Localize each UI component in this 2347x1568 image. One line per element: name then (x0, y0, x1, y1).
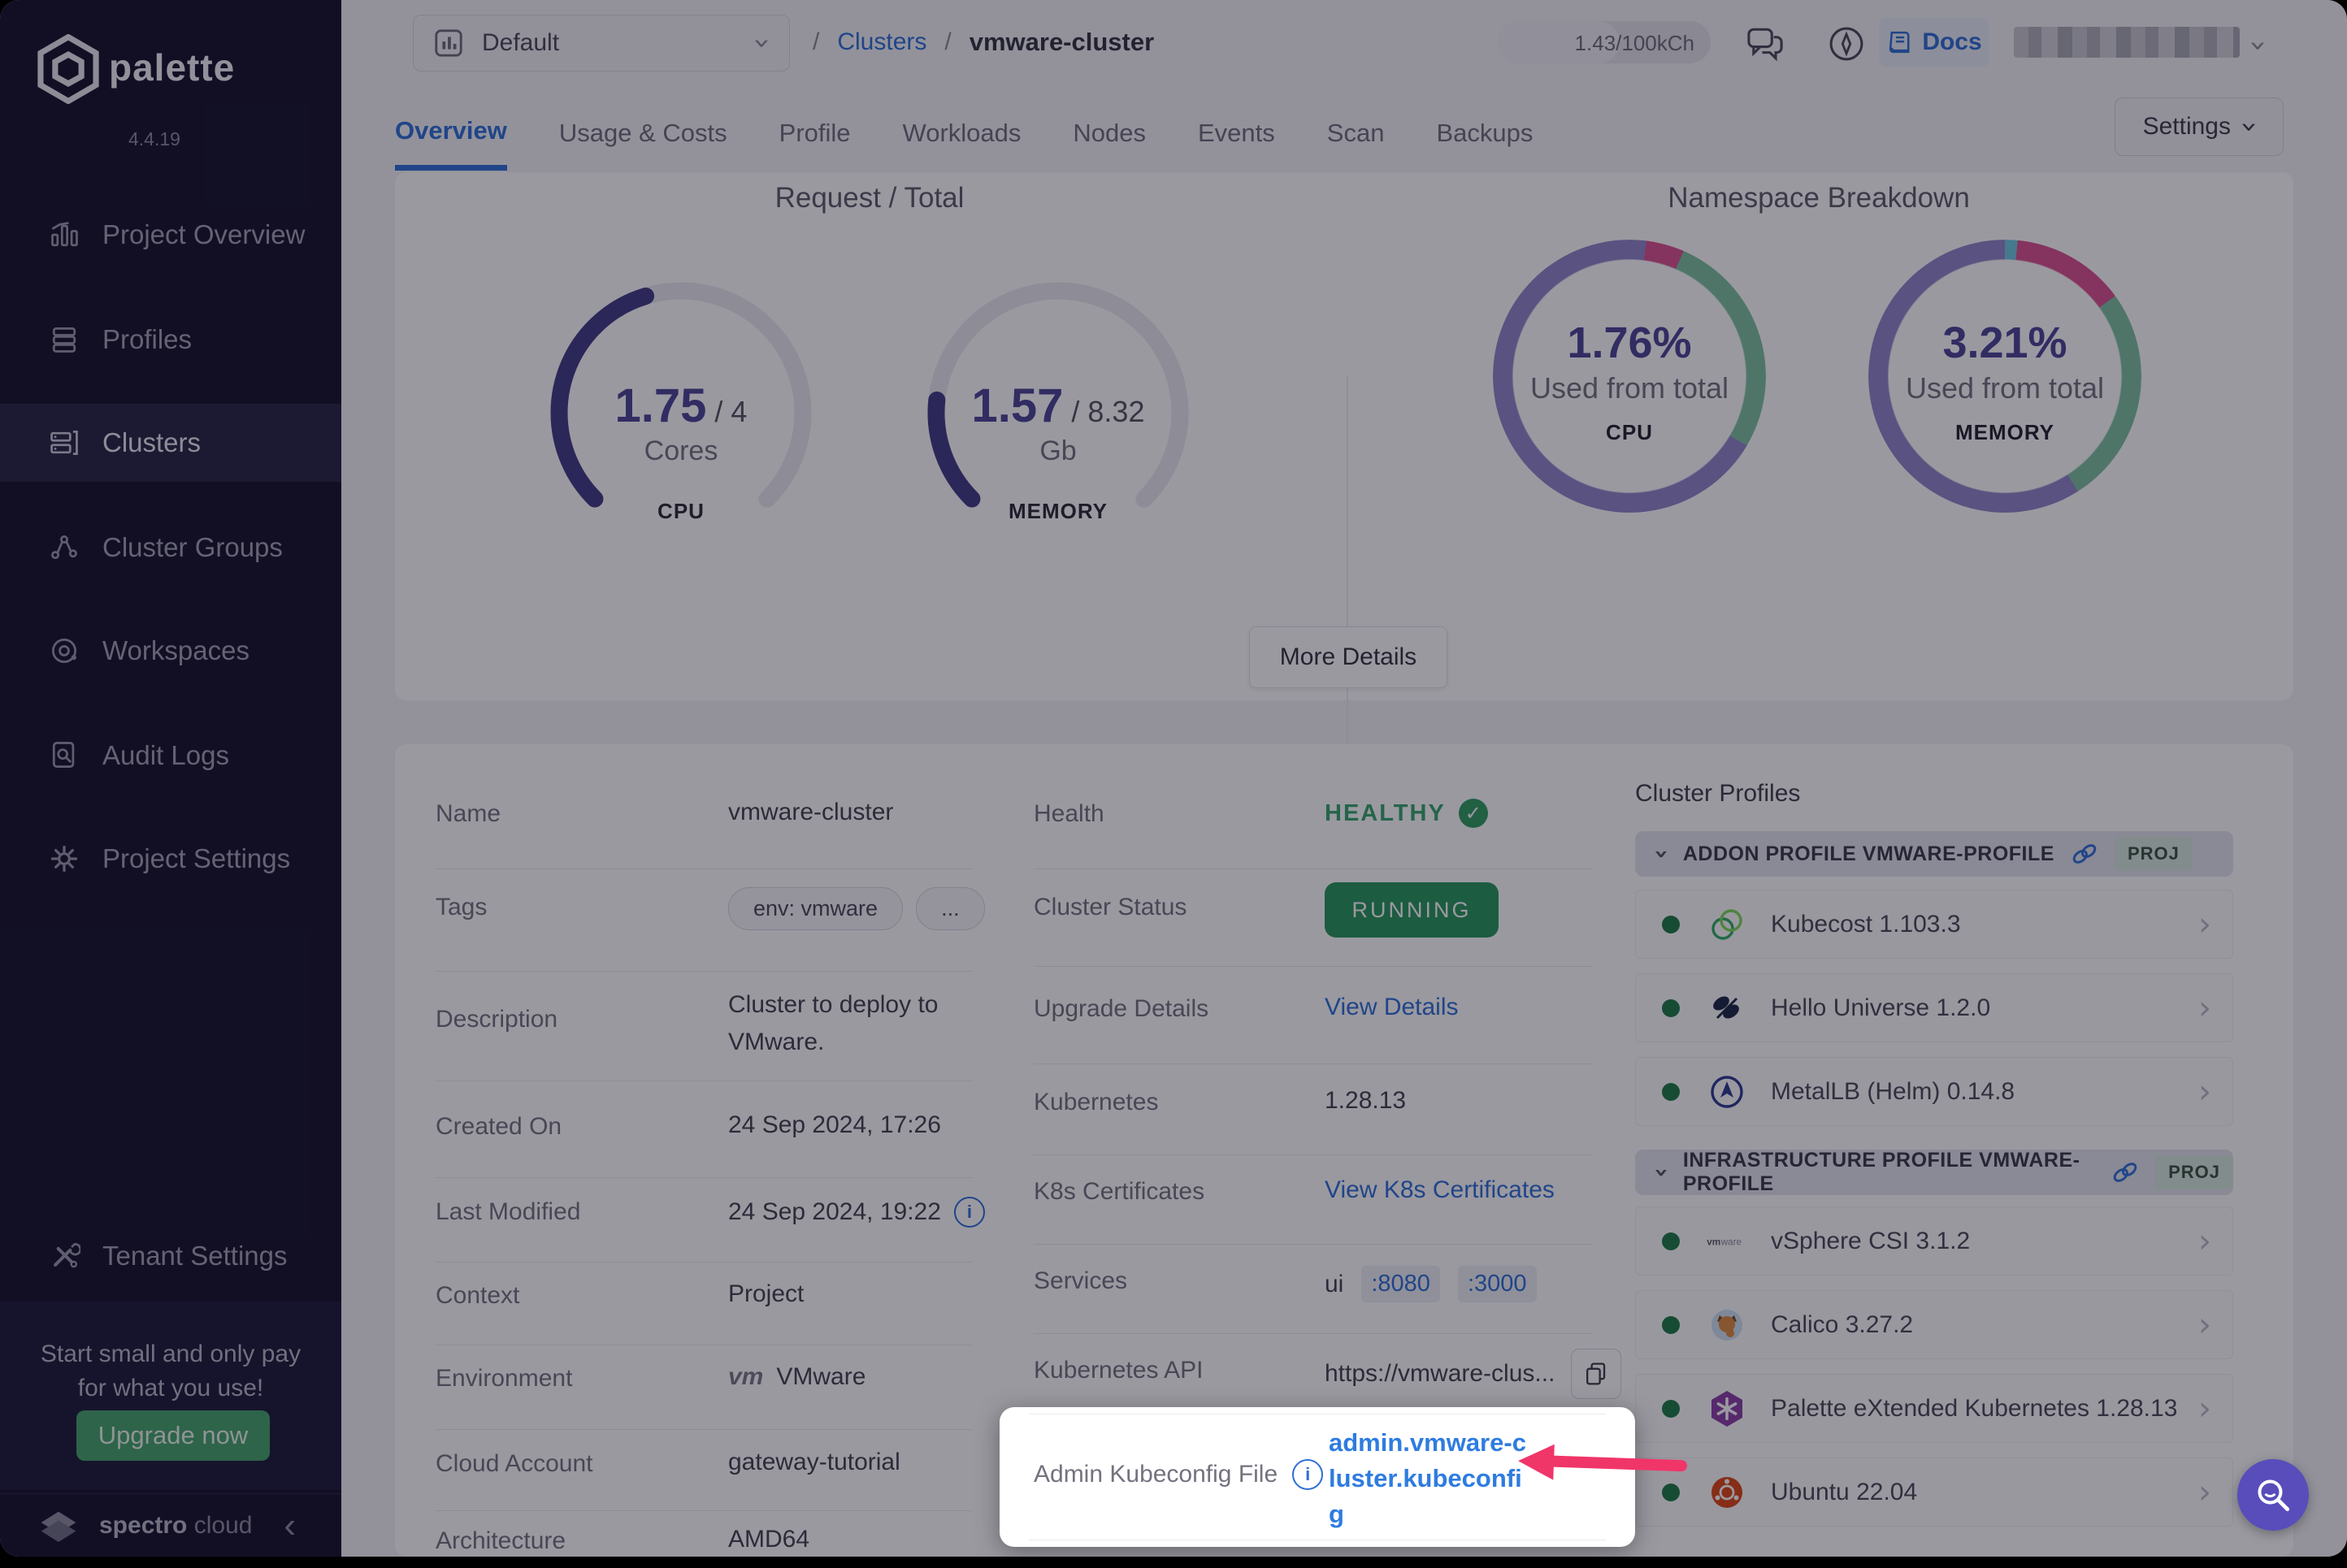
admin-kubeconfig-label: Admin Kubeconfig File (1034, 1461, 1278, 1488)
tour-dim-overlay (0, 0, 2347, 1557)
info-icon[interactable]: i (1292, 1459, 1323, 1490)
search-fab-button[interactable] (2237, 1459, 2309, 1531)
app-window: palette 4.4.19 Project OverviewProfilesC… (0, 0, 2347, 1557)
admin-kubeconfig-link[interactable]: admin.vmware-cluster.kubeconfig (1329, 1425, 1532, 1532)
annotation-arrow (1517, 1441, 1698, 1487)
search-icon (2252, 1474, 2294, 1516)
